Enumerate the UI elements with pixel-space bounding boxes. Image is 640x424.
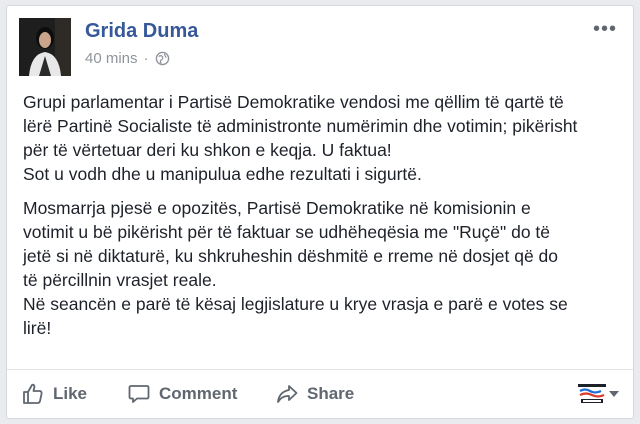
text-line: Mosmarrja pjesë e opozitës, Partisë Demo…	[23, 198, 531, 218]
newspaper-logo	[578, 384, 606, 403]
meta-separator: ·	[143, 50, 149, 67]
post-meta: 40 mins ·	[85, 50, 170, 67]
post-body: Grupi parlamentar i Partisë Demokratike …	[23, 90, 623, 350]
author-name[interactable]: Grida Duma	[85, 20, 198, 43]
action-bar: Like Comment Share	[7, 369, 633, 418]
caret-down-icon[interactable]	[609, 390, 619, 398]
more-options-button[interactable]: •••	[593, 19, 617, 39]
globe-icon[interactable]	[155, 51, 170, 66]
text-line: për të vërtetuar deri ku shkon e keqja. …	[23, 140, 392, 160]
like-button[interactable]: Like	[21, 370, 87, 418]
text-line: lirë!	[23, 318, 52, 338]
post-paragraph-2: Mosmarrja pjesë e opozitës, Partisë Demo…	[23, 196, 623, 340]
text-line: të përcillnin vrasjet reale.	[23, 270, 217, 290]
share-label: Share	[307, 384, 355, 403]
timestamp[interactable]: 40 mins	[85, 50, 138, 67]
facebook-post-card: Grida Duma 40 mins · ••• Grupi parlament…	[6, 5, 634, 419]
text-line: Në seancën e parë të kësaj legjislature …	[23, 294, 568, 314]
text-line: lërë Partinë Socialiste të administronte…	[23, 116, 578, 136]
text-line: votimit u bë pikërisht për të faktuar se…	[23, 222, 551, 242]
speech-bubble-icon	[128, 385, 150, 403]
profile-picture[interactable]	[19, 18, 71, 76]
share-arrow-icon	[277, 385, 298, 403]
text-line: Grupi parlamentar i Partisë Demokratike …	[23, 92, 564, 112]
comment-label: Comment	[159, 384, 238, 403]
text-line: jetë si në diktaturë, ku shkruheshin dës…	[23, 246, 559, 266]
share-button[interactable]: Share	[275, 370, 354, 418]
thumbs-up-icon	[23, 383, 43, 404]
text-line: Sot u vodh dhe u manipulua edhe rezultat…	[23, 164, 422, 184]
comment-button[interactable]: Comment	[127, 370, 237, 418]
post-paragraph-1: Grupi parlamentar i Partisë Demokratike …	[23, 90, 623, 186]
like-label: Like	[53, 384, 88, 403]
